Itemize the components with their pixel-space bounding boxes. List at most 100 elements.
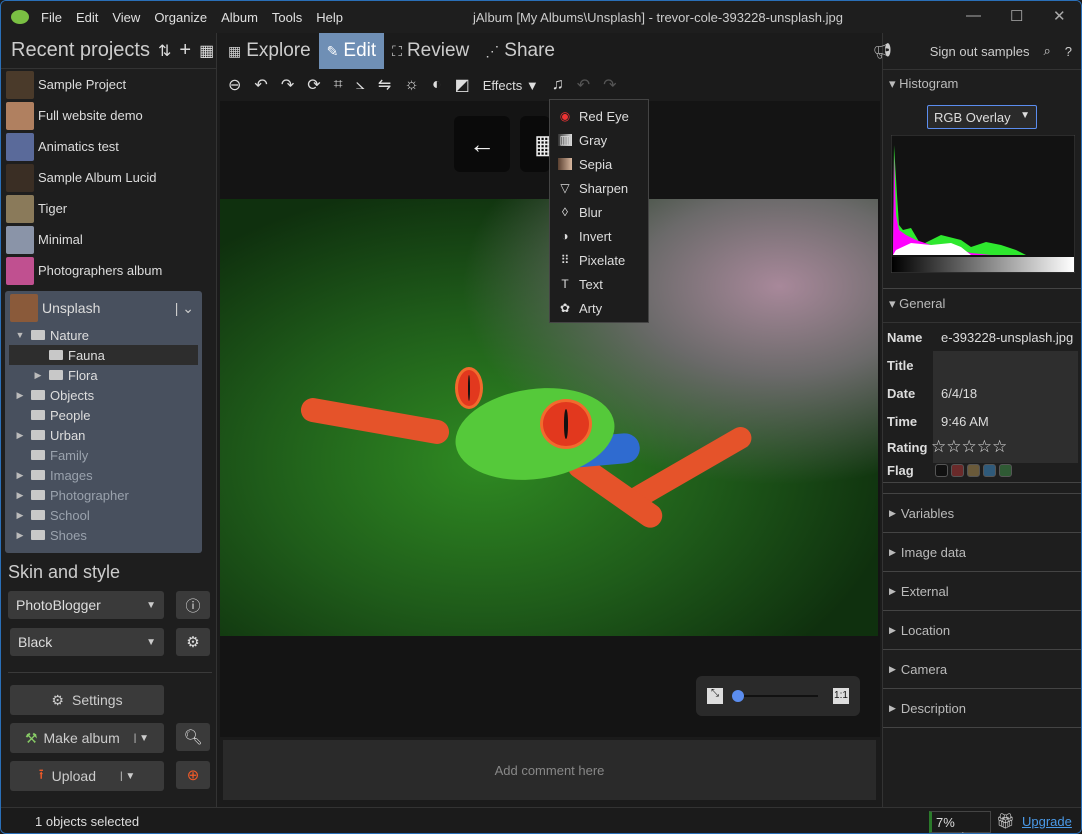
menu-file[interactable]: File xyxy=(41,10,62,25)
music-icon[interactable]: ♫ xyxy=(552,76,564,94)
chevron-down-icon[interactable]: | ▼ xyxy=(134,733,149,744)
tree-item[interactable]: ▶ Objects xyxy=(5,385,202,405)
section-location[interactable]: ▶ Location xyxy=(883,611,1081,650)
menu-help[interactable]: Help xyxy=(316,10,343,25)
skin-select[interactable]: PhotoBlogger ▼ xyxy=(8,591,164,619)
effect-sepia[interactable]: Sepia xyxy=(550,152,648,176)
grid-button[interactable]: ▦ xyxy=(520,116,559,172)
upload-button[interactable]: ⭱ Upload | ▼ xyxy=(10,761,164,791)
tree-item[interactable]: ▶ Photographer xyxy=(5,485,202,505)
minimize-icon[interactable]: — xyxy=(966,7,981,24)
info-button[interactable]: ⓘ xyxy=(176,591,210,619)
rating-stars[interactable]: ☆☆☆☆☆ xyxy=(931,437,1007,457)
skin-settings-button[interactable]: ⚙ xyxy=(176,628,210,656)
tree-item[interactable]: ▶ Images xyxy=(5,465,202,485)
effect-pixelate[interactable]: ⠿ Pixelate xyxy=(550,248,648,272)
tab-explore[interactable]: ▦ Explore xyxy=(220,33,319,69)
effect-text[interactable]: T Text xyxy=(550,272,648,296)
view-online-button[interactable]: ⊕ xyxy=(176,761,210,789)
project-item[interactable]: Full website demo xyxy=(1,100,216,131)
star-icon[interactable]: ☆ xyxy=(946,437,961,456)
project-item[interactable]: Photographers album xyxy=(1,255,216,286)
expand-arrow-icon[interactable]: ▶ xyxy=(13,430,27,441)
effects-menu-button[interactable]: Effects ▼ xyxy=(483,78,539,93)
flag-color-swatch[interactable] xyxy=(999,464,1012,477)
effect-blur[interactable]: ◊ Blur xyxy=(550,200,648,224)
expand-arrow-icon[interactable]: ▶ xyxy=(13,390,27,401)
zoom-slider-handle[interactable] xyxy=(732,690,744,702)
menu-tools[interactable]: Tools xyxy=(272,10,302,25)
fit-icon[interactable]: ⤡ xyxy=(707,688,723,704)
menu-album[interactable]: Album xyxy=(221,10,258,25)
rotate-right-icon[interactable]: ↷ xyxy=(281,75,294,95)
star-icon[interactable]: ☆ xyxy=(962,437,977,456)
expand-arrow-icon[interactable]: ▶ xyxy=(13,510,27,521)
project-item[interactable]: Sample Project xyxy=(1,69,216,100)
section-variables[interactable]: ▶ Variables xyxy=(883,494,1081,533)
tab-review[interactable]: ⛶ Review xyxy=(384,33,477,69)
rotate-left-icon[interactable]: ↶ xyxy=(254,75,267,95)
flag-color-swatch[interactable] xyxy=(967,464,980,477)
star-icon[interactable]: ☆ xyxy=(992,437,1007,456)
flag-color-swatch[interactable] xyxy=(951,464,964,477)
tree-item[interactable]: Fauna xyxy=(9,345,198,365)
make-album-button[interactable]: ⚒ Make album | ▼ xyxy=(10,723,164,753)
actual-size-button[interactable]: 1:1 xyxy=(833,688,849,704)
section-external[interactable]: ▶ External xyxy=(883,572,1081,611)
project-item[interactable]: Tiger xyxy=(1,193,216,224)
close-icon[interactable]: ✕ xyxy=(1053,7,1066,25)
zoom-slider[interactable] xyxy=(734,695,818,697)
section-camera[interactable]: ▶ Camera xyxy=(883,650,1081,689)
time-field[interactable]: 9:46 AM xyxy=(937,414,989,429)
tab-edit[interactable]: ✎ Edit xyxy=(318,33,385,69)
exposure-icon[interactable]: ◩ xyxy=(455,75,470,95)
tree-item[interactable]: ▶ Shoes xyxy=(5,525,202,545)
name-field[interactable]: e-393228-unsplash.jpg xyxy=(937,330,1073,345)
project-item[interactable]: Minimal xyxy=(1,224,216,255)
back-button[interactable]: ← xyxy=(454,116,510,172)
expand-arrow-icon[interactable]: ▶ xyxy=(13,470,27,481)
star-icon[interactable]: ☆ xyxy=(977,437,992,456)
settings-button[interactable]: ⚙ Settings xyxy=(10,685,164,715)
histogram-header[interactable]: ▾ Histogram xyxy=(883,70,1081,98)
star-icon[interactable]: ☆ xyxy=(931,437,946,456)
tab-share[interactable]: ⋰ Share xyxy=(477,33,563,69)
sign-out-link[interactable]: Sign out samples xyxy=(930,44,1030,59)
expand-arrow-icon[interactable]: ▶ xyxy=(31,370,45,381)
menu-organize[interactable]: Organize xyxy=(154,10,207,25)
effect-sharpen[interactable]: ▽ Sharpen xyxy=(550,176,648,200)
undo-icon[interactable]: ↶ xyxy=(577,75,590,95)
album-dropdown-icon[interactable]: | ⌄ xyxy=(175,300,194,317)
chevron-down-icon[interactable]: | ▼ xyxy=(120,771,135,782)
sort-icon[interactable]: ⇅ xyxy=(158,41,171,61)
project-item[interactable]: Animatics test xyxy=(1,131,216,162)
preview-button[interactable]: 🔍︎ xyxy=(176,723,210,751)
contrast-icon[interactable]: ◐ xyxy=(432,76,442,94)
album-header[interactable]: Unsplash | ⌄ xyxy=(5,291,202,325)
upgrade-link[interactable]: Upgrade xyxy=(1022,814,1072,829)
section-description[interactable]: ▶ Description xyxy=(883,689,1081,728)
general-header[interactable]: ▾ General xyxy=(883,289,1081,323)
style-select[interactable]: Black ▼ xyxy=(10,628,164,656)
redo-icon[interactable]: ↷ xyxy=(603,75,616,95)
straighten-icon[interactable]: ⦣ xyxy=(356,76,365,94)
tree-item[interactable]: People xyxy=(5,405,202,425)
flag-color-swatch[interactable] xyxy=(983,464,996,477)
menu-view[interactable]: View xyxy=(112,10,140,25)
brightness-icon[interactable]: ☼ xyxy=(404,76,419,94)
tree-item[interactable]: ▼ Nature xyxy=(5,325,202,345)
tree-item[interactable]: ▶ School xyxy=(5,505,202,525)
auto-rotate-icon[interactable]: ⟳ xyxy=(307,75,320,95)
effect-arty[interactable]: ✿ Arty xyxy=(550,296,648,320)
effect-invert[interactable]: ◑ Invert xyxy=(550,224,648,248)
histogram-mode-select[interactable]: RGB Overlay ▼ xyxy=(927,105,1037,129)
project-item[interactable]: Sample Album Lucid xyxy=(1,162,216,193)
section-image-data[interactable]: ▶ Image data xyxy=(883,533,1081,572)
zoom-out-icon[interactable]: ⊖ xyxy=(228,75,241,95)
effect-gray[interactable]: ▥ Gray xyxy=(550,128,648,152)
tree-item[interactable]: ▶ Urban xyxy=(5,425,202,445)
expand-arrow-icon[interactable]: ▼ xyxy=(13,330,27,340)
tree-item[interactable]: ▶ Flora xyxy=(5,365,202,385)
date-field[interactable]: 6/4/18 xyxy=(937,386,977,401)
flip-icon[interactable]: ⇋ xyxy=(378,75,391,95)
